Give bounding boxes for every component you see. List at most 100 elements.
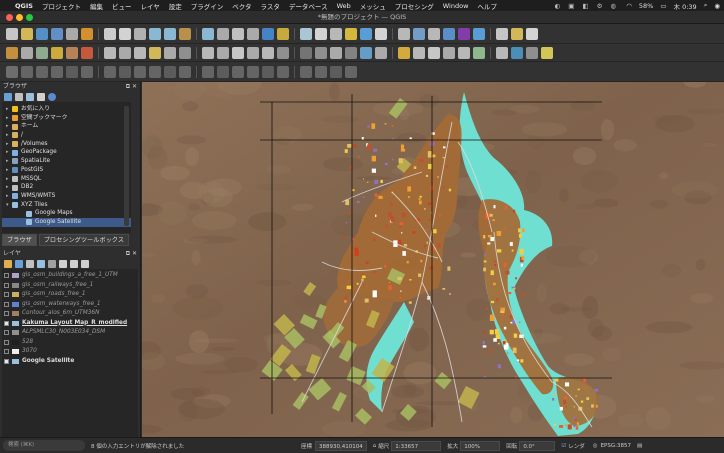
project-tool-2-icon[interactable] — [21, 27, 33, 40]
browser-item[interactable]: ▸ / — [2, 131, 131, 140]
map-canvas[interactable] — [142, 82, 724, 437]
project-tool-7-icon[interactable] — [104, 27, 116, 40]
tab-browser[interactable]: ブラウザ — [2, 234, 37, 246]
digitizing-tool-25-icon[interactable] — [398, 46, 410, 59]
project-tool-1-icon[interactable] — [6, 27, 18, 40]
panel-close-icon[interactable]: ⧉ ✕ — [126, 82, 137, 91]
digitizing-tool-22-icon[interactable] — [345, 46, 357, 59]
properties-icon[interactable] — [48, 92, 56, 101]
project-tool-18-icon[interactable] — [277, 27, 289, 40]
menu-window[interactable]: Window — [443, 2, 469, 10]
project-tool-30-icon[interactable] — [473, 27, 485, 40]
layer-item[interactable]: ALPSMLC30_N003E034_DSM — [2, 328, 138, 338]
project-tool-33-icon[interactable] — [526, 27, 538, 40]
project-tool-25-icon[interactable] — [398, 27, 410, 40]
rotation-spinbox[interactable]: 0.0° — [519, 440, 556, 451]
lock-icon[interactable]: ⌂ — [373, 443, 377, 449]
project-tool-23-icon[interactable] — [360, 27, 372, 40]
advanced-digitizing-tool-13-icon[interactable] — [202, 65, 214, 78]
close-window-button[interactable] — [6, 14, 13, 21]
digitizing-tool-3-icon[interactable] — [36, 46, 48, 59]
project-tool-29-icon[interactable] — [458, 27, 470, 40]
menu-raster[interactable]: ラスタ — [261, 1, 280, 11]
tray-icons[interactable]: ◐ ▣ ◧ ⚙ ◍ — [555, 2, 620, 10]
advanced-digitizing-tool-20-icon[interactable] — [315, 65, 327, 78]
render-checkbox[interactable]: ☑ — [561, 443, 566, 449]
locator-search-input[interactable]: 検索 (⌘K) — [3, 440, 85, 451]
menu-vector[interactable]: ベクタ — [232, 1, 251, 11]
browser-item[interactable]: ▸ PostGIS — [2, 166, 131, 175]
menu-plugins[interactable]: プラグイン — [191, 1, 224, 11]
menu-layer[interactable]: レイヤ — [140, 1, 159, 11]
browser-item[interactable]: ▸ WMS/WMTS — [2, 192, 131, 201]
advanced-digitizing-tool-7-icon[interactable] — [104, 65, 116, 78]
digitizing-tool-1-icon[interactable] — [6, 46, 18, 59]
menu-database[interactable]: データベース — [289, 1, 328, 11]
add-selected-icon[interactable] — [4, 92, 12, 101]
layer-item[interactable]: 528 — [2, 338, 138, 348]
digitizing-tool-16-icon[interactable] — [247, 46, 259, 59]
coordinate-field[interactable]: 388930,410104 — [315, 440, 367, 451]
digitizing-tool-18-icon[interactable] — [277, 46, 289, 59]
project-tool-10-icon[interactable] — [149, 27, 161, 40]
browser-item[interactable]: Google Satellite — [2, 217, 131, 227]
advanced-digitizing-tool-15-icon[interactable] — [232, 65, 244, 78]
magnifier-spinbox[interactable]: 100% — [460, 440, 501, 451]
digitizing-tool-4-icon[interactable] — [51, 46, 63, 59]
digitizing-tool-28-icon[interactable] — [443, 46, 455, 59]
menu-mesh[interactable]: メッシュ — [360, 1, 386, 11]
crs-label[interactable]: EPSG:3857 — [601, 443, 631, 449]
layer-item[interactable]: 3070 — [2, 347, 138, 357]
remove-layer-icon[interactable] — [81, 259, 89, 268]
menu-app-name[interactable]: QGIS — [15, 2, 33, 10]
project-tool-3-icon[interactable] — [36, 27, 48, 40]
advanced-digitizing-tool-10-icon[interactable] — [149, 65, 161, 78]
digitizing-tool-19-icon[interactable] — [300, 46, 312, 59]
project-tool-26-icon[interactable] — [413, 27, 425, 40]
project-tool-22-icon[interactable] — [345, 27, 357, 40]
layer-visibility-checkbox[interactable] — [4, 330, 9, 336]
project-tool-17-icon[interactable] — [262, 27, 274, 40]
browser-scrollbar[interactable] — [124, 106, 129, 226]
project-tool-21-icon[interactable] — [330, 27, 342, 40]
menu-web[interactable]: Web — [337, 2, 351, 10]
layer-item[interactable]: gis_osm_buildings_a_free_1_UTM — [2, 271, 138, 281]
project-tool-31-icon[interactable] — [496, 27, 508, 40]
advanced-digitizing-tool-2-icon[interactable] — [21, 65, 33, 78]
digitizing-tool-26-icon[interactable] — [413, 46, 425, 59]
advanced-digitizing-tool-12-icon[interactable] — [179, 65, 191, 78]
digitizing-tool-10-icon[interactable] — [149, 46, 161, 59]
filter-icon[interactable] — [26, 92, 34, 101]
digitizing-tool-14-icon[interactable] — [217, 46, 229, 59]
browser-item[interactable]: ▸ 空間ブックマーク — [2, 114, 131, 123]
digitizing-tool-8-icon[interactable] — [119, 46, 131, 59]
digitizing-tool-21-icon[interactable] — [330, 46, 342, 59]
layer-visibility-checkbox[interactable] — [4, 273, 9, 279]
collapse-layers-icon[interactable] — [70, 259, 78, 268]
browser-item[interactable]: ▸ GeoPackage — [2, 148, 131, 157]
crs-icon[interactable]: ◎ — [593, 443, 598, 449]
layer-item[interactable]: Contour_alos_6m_UTM36N — [2, 309, 138, 319]
digitizing-tool-31-icon[interactable] — [496, 46, 508, 59]
digitizing-tool-6-icon[interactable] — [81, 46, 93, 59]
browser-item[interactable]: Google Maps — [2, 209, 131, 218]
digitizing-tool-9-icon[interactable] — [134, 46, 146, 59]
digitizing-tool-24-icon[interactable] — [375, 46, 387, 59]
minimize-window-button[interactable] — [16, 14, 23, 21]
advanced-digitizing-tool-6-icon[interactable] — [81, 65, 93, 78]
advanced-digitizing-tool-22-icon[interactable] — [345, 65, 357, 78]
project-tool-8-icon[interactable] — [119, 27, 131, 40]
browser-item[interactable]: ▾ XYZ Tiles — [2, 201, 131, 210]
project-tool-5-icon[interactable] — [66, 27, 78, 40]
add-group-icon[interactable] — [15, 259, 23, 268]
layer-visibility-checkbox[interactable] — [4, 292, 9, 298]
messages-icon[interactable]: ▤ — [637, 443, 642, 449]
menu-processing[interactable]: プロセシング — [395, 1, 434, 11]
battery-icon[interactable]: ▭ — [660, 2, 666, 10]
advanced-digitizing-tool-4-icon[interactable] — [51, 65, 63, 78]
browser-item[interactable]: ▸ DB2 — [2, 183, 131, 192]
browser-item[interactable]: ▸ SpatiaLite — [2, 157, 131, 166]
zoom-window-button[interactable] — [26, 14, 33, 21]
advanced-digitizing-tool-5-icon[interactable] — [66, 65, 78, 78]
project-tool-12-icon[interactable] — [179, 27, 191, 40]
